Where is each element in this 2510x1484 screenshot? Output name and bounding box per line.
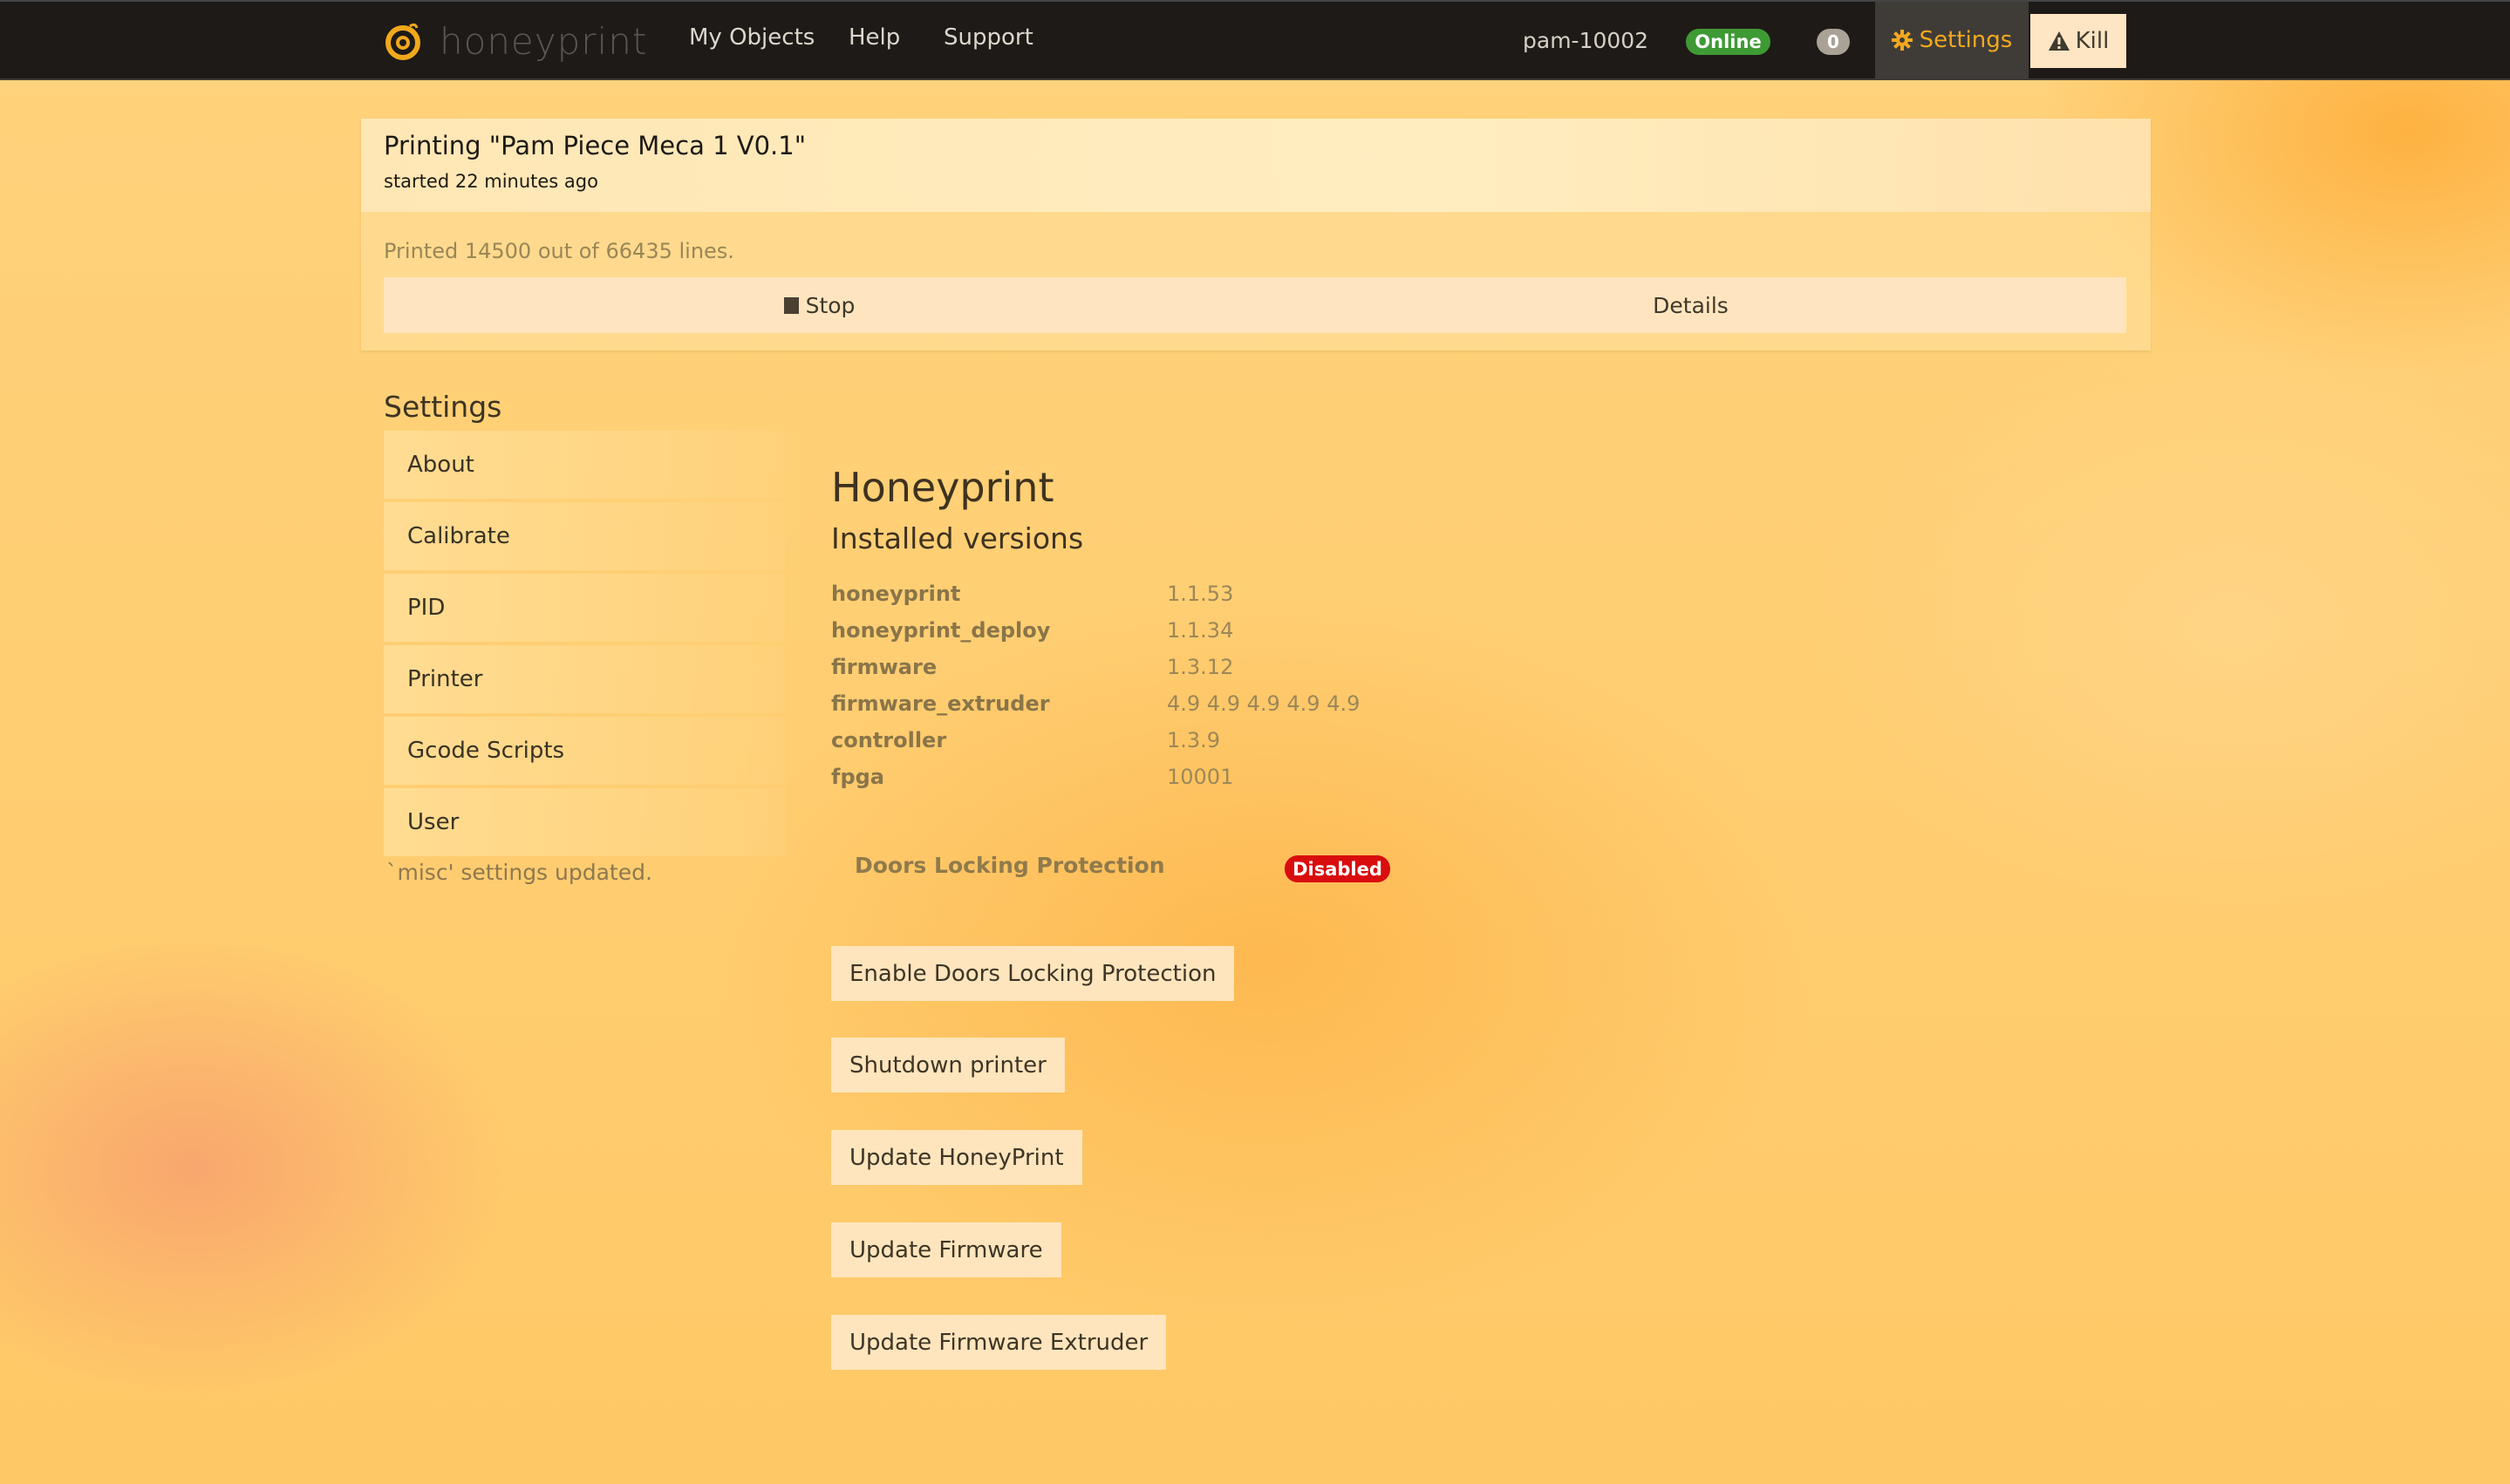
version-name: firmware bbox=[831, 655, 938, 679]
stop-button[interactable]: Stop bbox=[384, 277, 1255, 333]
version-value: 1.1.34 bbox=[1167, 618, 1234, 643]
settings-sidebar: About Calibrate PID Printer Gcode Script… bbox=[384, 431, 785, 860]
warning-icon bbox=[2048, 31, 2070, 51]
version-row: honeyprint_deploy 1.1.34 bbox=[831, 612, 1360, 649]
version-value: 1.3.9 bbox=[1167, 728, 1221, 752]
print-job-panel: Printing "Pam Piece Meca 1 V0.1" started… bbox=[361, 119, 2151, 351]
honeyprint-swirl-icon bbox=[385, 23, 420, 60]
online-status-badge: Online bbox=[1686, 29, 1770, 55]
version-row: controller 1.3.9 bbox=[831, 722, 1360, 759]
version-name: honeyprint bbox=[831, 582, 961, 606]
sidebar-item-printer[interactable]: Printer bbox=[384, 645, 785, 713]
update-honeyprint-button[interactable]: Update HoneyPrint bbox=[831, 1130, 1082, 1185]
nav-my-objects[interactable]: My Objects bbox=[689, 24, 815, 51]
sidebar-item-gcode-scripts[interactable]: Gcode Scripts bbox=[384, 717, 785, 785]
version-name: firmware_extruder bbox=[831, 691, 1050, 716]
nav-help[interactable]: Help bbox=[849, 24, 900, 51]
version-row: honeyprint 1.1.53 bbox=[831, 575, 1360, 612]
stop-label: Stop bbox=[805, 292, 856, 318]
top-navbar: honeyprint My Objects Help Support pam-1… bbox=[0, 0, 2510, 80]
doors-locking-status-badge: Disabled bbox=[1285, 855, 1390, 882]
printer-name[interactable]: pam-10002 bbox=[1523, 28, 1648, 53]
enable-doors-locking-button[interactable]: Enable Doors Locking Protection bbox=[831, 946, 1235, 1001]
print-progress-text: Printed 14500 out of 66435 lines. bbox=[384, 239, 734, 263]
version-name: honeyprint_deploy bbox=[831, 618, 1051, 643]
version-name: fpga bbox=[831, 765, 884, 789]
brand-name: honeyprint bbox=[440, 19, 648, 63]
sidebar-item-calibrate[interactable]: Calibrate bbox=[384, 502, 785, 570]
version-row: fpga 10001 bbox=[831, 759, 1360, 795]
gear-icon bbox=[1891, 30, 1913, 51]
installed-versions-heading: Installed versions bbox=[831, 521, 1084, 555]
update-firmware-button[interactable]: Update Firmware bbox=[831, 1222, 1061, 1277]
update-firmware-extruder-button[interactable]: Update Firmware Extruder bbox=[831, 1315, 1167, 1370]
print-job-title: Printing "Pam Piece Meca 1 V0.1" bbox=[384, 131, 807, 160]
brand-logo[interactable]: honeyprint bbox=[384, 19, 647, 63]
print-job-header: Printing "Pam Piece Meca 1 V0.1" started… bbox=[361, 119, 2151, 212]
version-value: 1.3.12 bbox=[1167, 655, 1234, 679]
version-row: firmware_extruder 4.9 4.9 4.9 4.9 4.9 bbox=[831, 685, 1360, 722]
shutdown-printer-button[interactable]: Shutdown printer bbox=[831, 1038, 1065, 1093]
version-value: 4.9 4.9 4.9 4.9 4.9 bbox=[1167, 691, 1361, 716]
nav-settings-tab[interactable]: Settings bbox=[1875, 2, 2029, 78]
version-value: 10001 bbox=[1167, 765, 1234, 789]
kill-button[interactable]: Kill bbox=[2030, 14, 2126, 68]
version-value: 1.1.53 bbox=[1167, 582, 1234, 606]
sidebar-item-pid[interactable]: PID bbox=[384, 574, 785, 642]
about-title: Honeyprint bbox=[831, 464, 1054, 511]
print-actions-bar: Stop Details bbox=[384, 277, 2126, 333]
details-button[interactable]: Details bbox=[1255, 277, 2126, 333]
details-label: Details bbox=[1653, 292, 1729, 318]
stop-icon bbox=[783, 296, 799, 314]
versions-table: honeyprint 1.1.53 honeyprint_deploy 1.1.… bbox=[831, 575, 1360, 795]
version-name: controller bbox=[831, 728, 947, 752]
sidebar-item-user[interactable]: User bbox=[384, 788, 785, 856]
notification-count-badge[interactable]: 0 bbox=[1817, 29, 1850, 55]
sidebar-item-about[interactable]: About bbox=[384, 431, 785, 499]
version-row: firmware 1.3.12 bbox=[831, 649, 1360, 685]
settings-status-message: `misc' settings updated. bbox=[386, 860, 652, 885]
settings-heading: Settings bbox=[384, 390, 502, 424]
nav-settings-label: Settings bbox=[1919, 27, 2013, 53]
doors-locking-label: Doors Locking Protection bbox=[855, 853, 1165, 878]
print-job-started: started 22 minutes ago bbox=[384, 171, 598, 192]
nav-support[interactable]: Support bbox=[944, 24, 1033, 51]
kill-label: Kill bbox=[2075, 28, 2110, 54]
